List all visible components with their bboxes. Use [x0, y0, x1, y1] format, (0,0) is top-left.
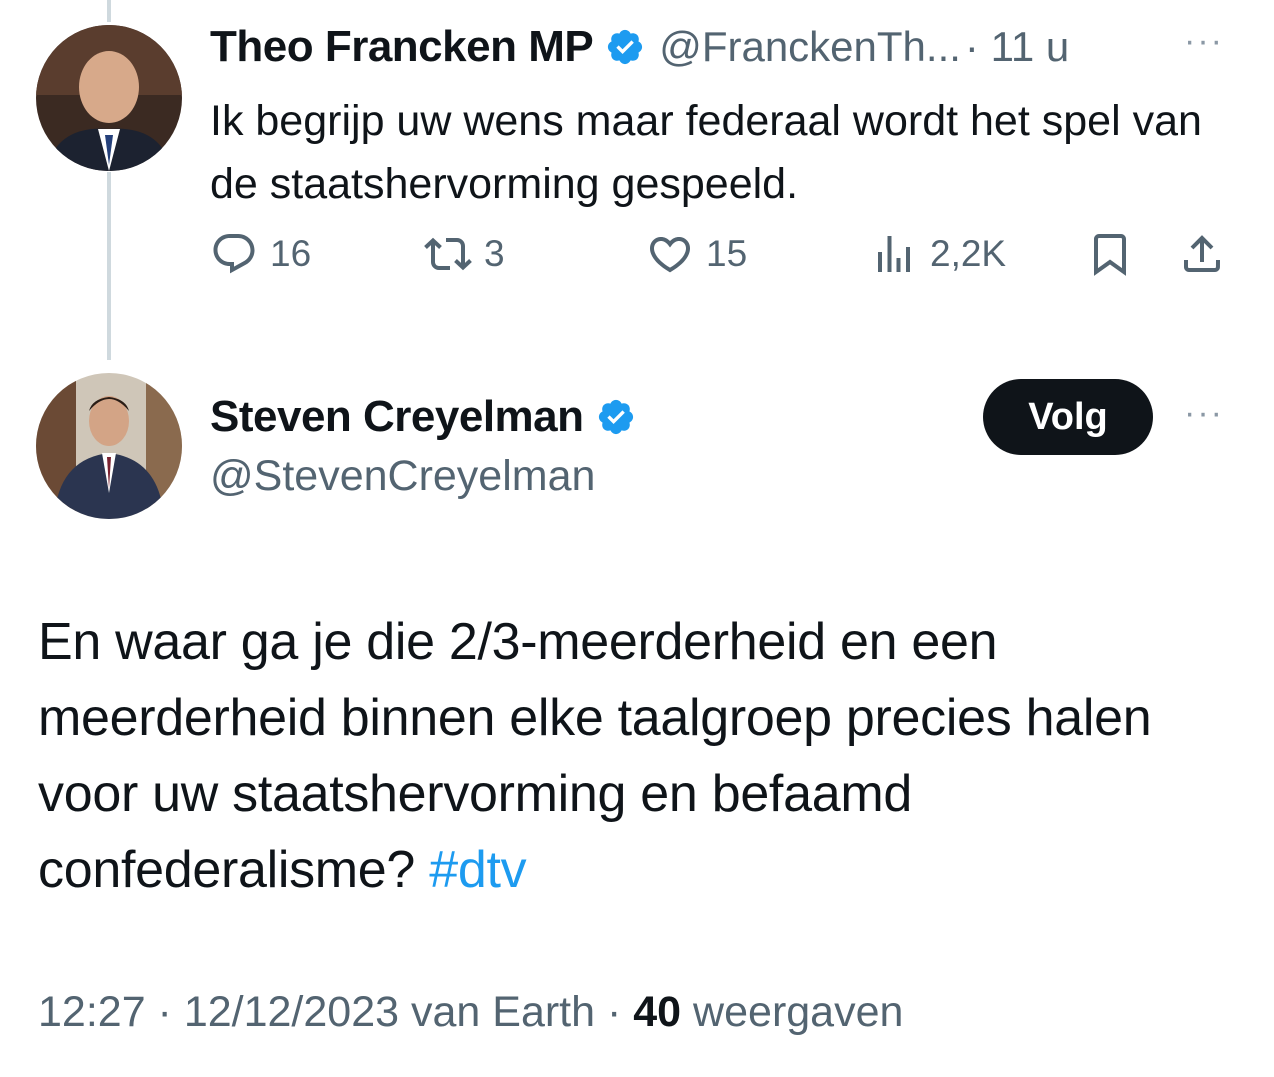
more-icon[interactable]: ···	[1184, 394, 1224, 433]
tweet-time[interactable]: 12:27	[38, 988, 146, 1036]
tweet-meta: 12:27 · 12/12/2023 van Earth · 40 weerga…	[38, 988, 903, 1037]
tweet-body: En waar ga je die 2/3-meerderheid en een…	[38, 613, 1152, 899]
share-icon	[1184, 235, 1220, 272]
avatar-steven-creyelman[interactable]	[36, 373, 182, 519]
bookmark-button[interactable]	[1086, 230, 1146, 278]
views-icon	[878, 236, 910, 272]
retweet-count: 3	[484, 233, 505, 274]
bookmark-icon	[1094, 234, 1126, 276]
views-button[interactable]: 2,2K	[870, 230, 1006, 278]
author-name[interactable]: Steven Creyelman	[210, 392, 584, 442]
like-button[interactable]: 15	[646, 230, 747, 278]
reply-button[interactable]: 16	[210, 230, 311, 278]
avatar-photo	[36, 373, 182, 519]
more-icon[interactable]: ···	[1184, 22, 1224, 61]
like-count: 15	[706, 233, 748, 274]
hashtag-link[interactable]: #dtv	[429, 841, 526, 899]
verified-badge-icon	[596, 397, 636, 437]
share-button[interactable]	[1178, 230, 1238, 278]
views-count: 2,2K	[930, 233, 1007, 274]
tweet-actions: 16 3 15 2,2K	[210, 230, 1240, 294]
thread-line	[107, 172, 111, 360]
reply-tweet-text: Ik begrijp uw wens maar federaal wordt h…	[210, 97, 1202, 208]
reply-count: 16	[270, 233, 312, 274]
avatar-photo	[36, 25, 182, 171]
main-tweet-header: Steven Creyelman	[210, 392, 636, 442]
retweet-button[interactable]: 3	[424, 230, 505, 278]
tweet-time[interactable]: · 11 u	[965, 23, 1069, 71]
retweet-icon	[424, 237, 472, 271]
reply-icon	[213, 234, 255, 274]
separator: ·	[145, 988, 184, 1036]
like-icon	[649, 237, 691, 273]
author-handle[interactable]: @FranckenTh...	[659, 23, 961, 71]
author-name[interactable]: Theo Francken MP	[210, 22, 594, 72]
thread-line-top	[107, 0, 111, 22]
tweet-date[interactable]: 12/12/2023	[184, 988, 399, 1036]
views-label: weergaven	[681, 988, 904, 1036]
reply-tweet-header: Theo Francken MP @FranckenTh... · 11 u	[210, 22, 1069, 72]
tweet-source: van Earth	[399, 988, 596, 1036]
separator: ·	[595, 988, 634, 1036]
author-handle[interactable]: @StevenCreyelman	[210, 452, 595, 501]
follow-button[interactable]: Volg	[983, 379, 1153, 455]
avatar-theo-francken[interactable]	[36, 25, 182, 171]
main-tweet-text: En waar ga je die 2/3-meerderheid en een…	[38, 604, 1238, 908]
verified-badge-icon	[605, 27, 645, 67]
views-count: 40	[633, 988, 682, 1036]
